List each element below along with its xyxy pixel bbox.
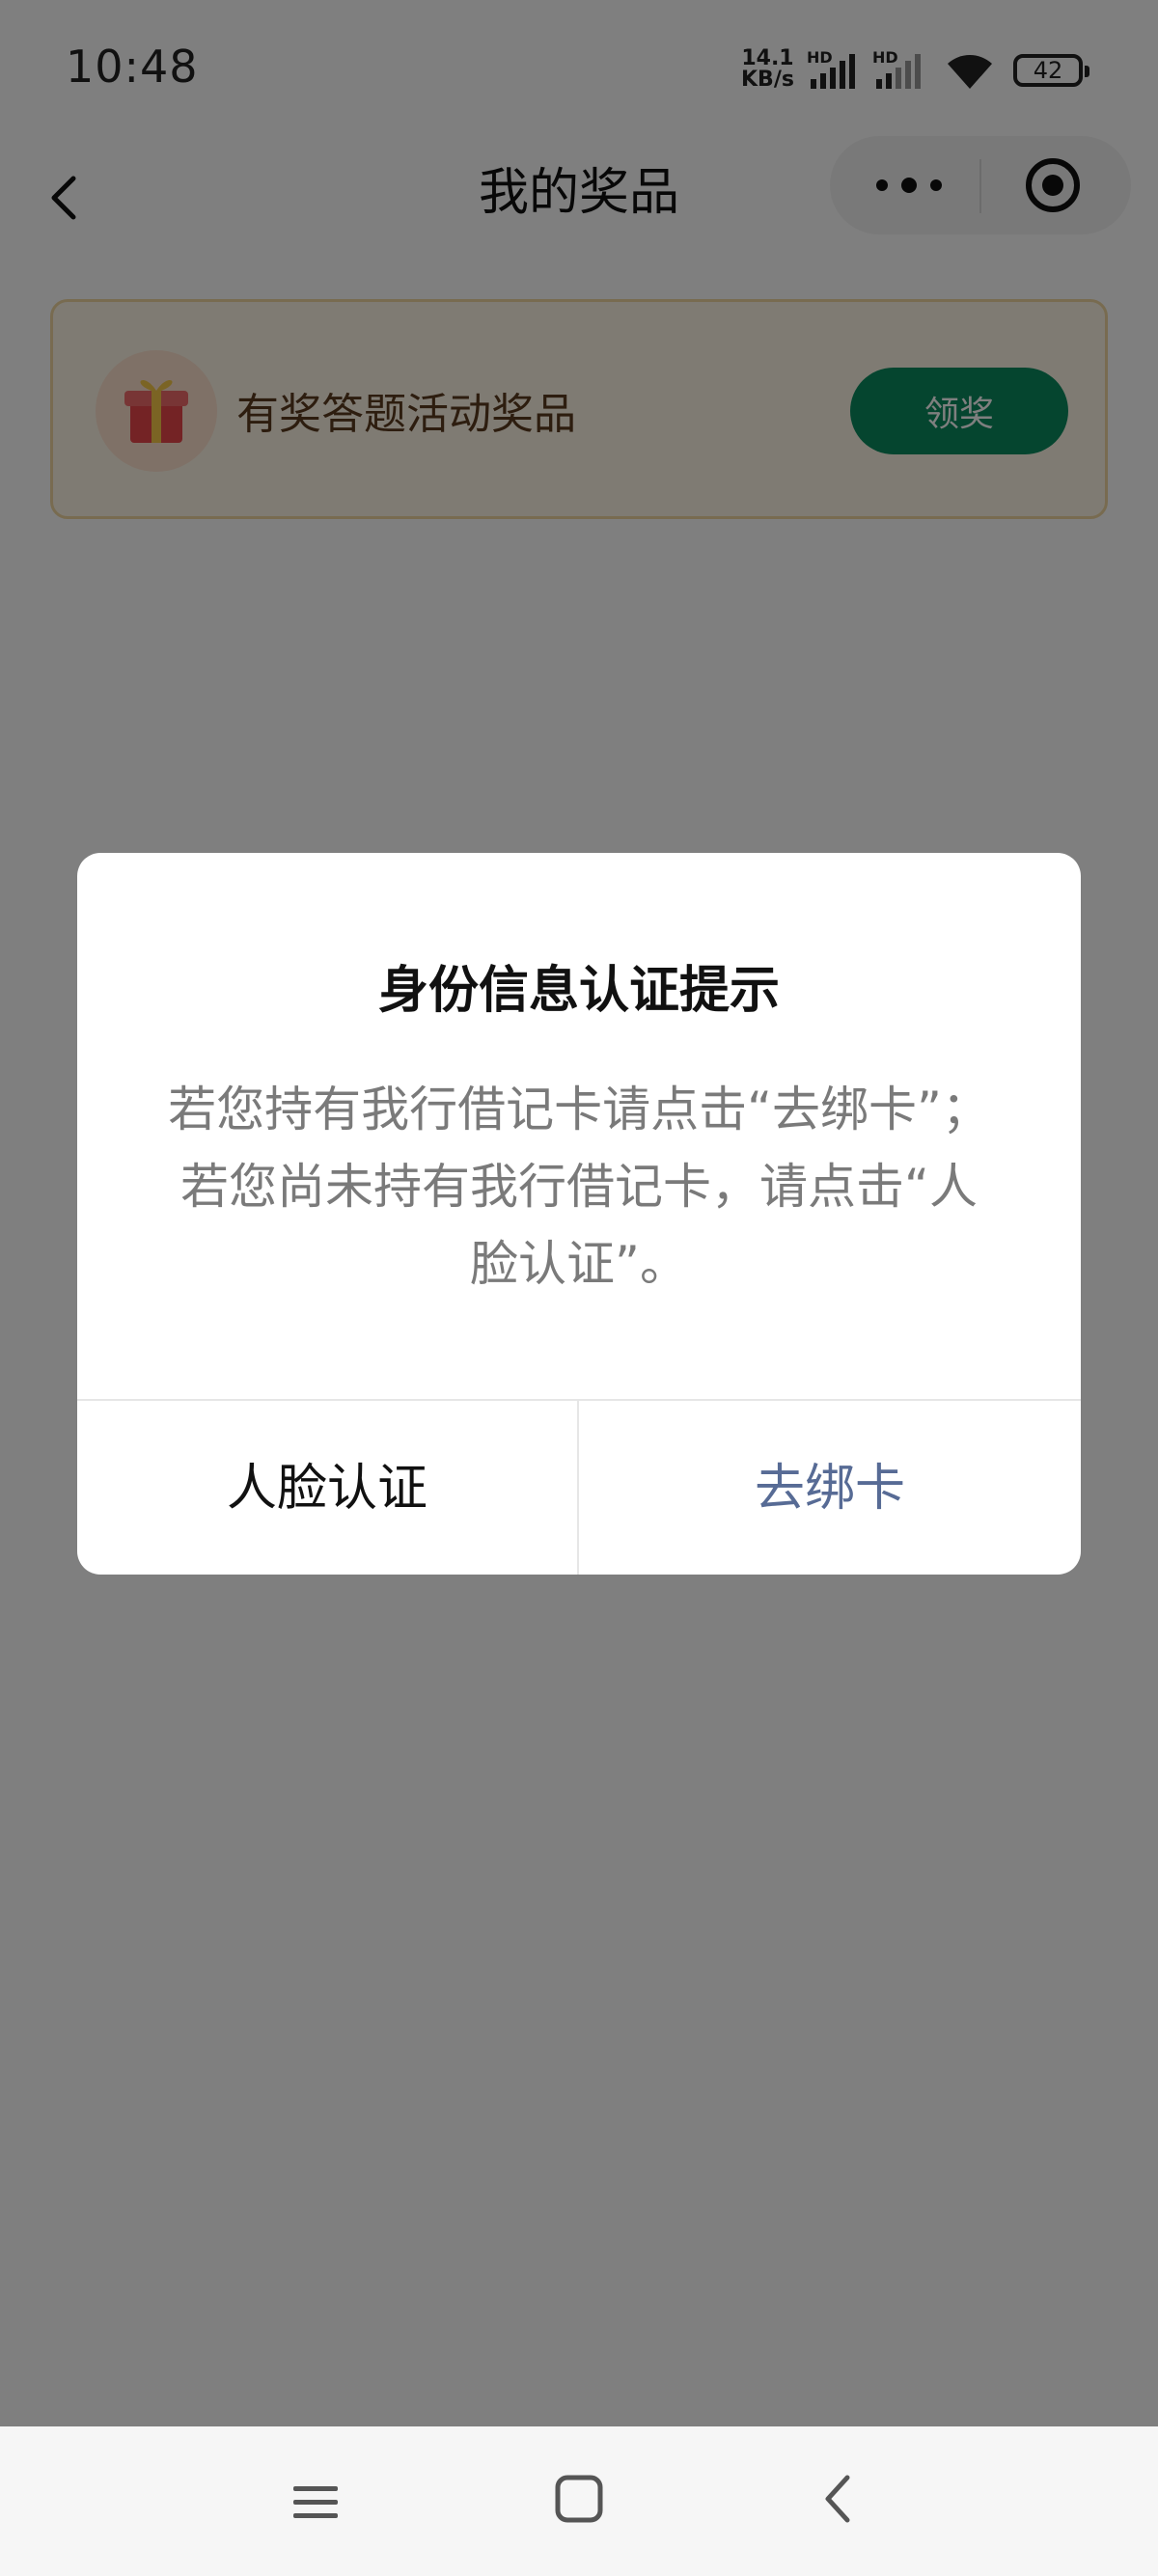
face-auth-button[interactable]: 人脸认证	[77, 1401, 579, 1575]
dialog-message: 若您持有我行借记卡请点击“去绑卡”；若您尚未持有我行借记卡，请点击“人脸认证”。	[168, 1082, 990, 1292]
menu-icon	[293, 2486, 338, 2518]
back-arrow-icon	[825, 2475, 850, 2523]
system-back-button[interactable]	[811, 2470, 868, 2528]
system-nav-bar	[0, 2426, 1158, 2576]
dialog-actions: 人脸认证 去绑卡	[77, 1399, 1081, 1575]
home-button[interactable]	[550, 2470, 608, 2528]
home-square-icon	[555, 2475, 603, 2523]
bind-card-button[interactable]: 去绑卡	[579, 1401, 1081, 1575]
identity-verification-dialog: 身份信息认证提示 若您持有我行借记卡请点击“去绑卡”；若您尚未持有我行借记卡，请…	[77, 853, 1081, 1575]
dialog-title: 身份信息认证提示	[377, 962, 780, 1020]
recent-apps-button[interactable]	[286, 2473, 347, 2531]
